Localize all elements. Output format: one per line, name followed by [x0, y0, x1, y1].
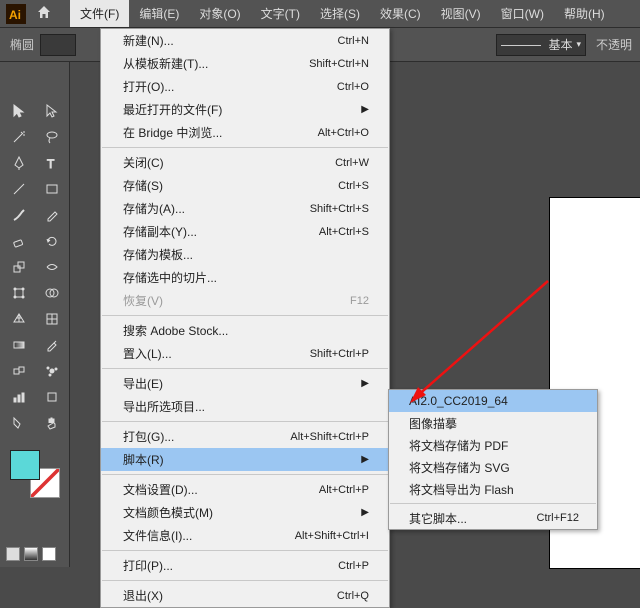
rotate-tool[interactable] — [35, 228, 68, 254]
menu-item[interactable]: 搜索 Adobe Stock... — [101, 319, 389, 342]
menu-view[interactable]: 视图(V) — [431, 0, 491, 27]
menu-item[interactable]: 打包(G)...Alt+Shift+Ctrl+P — [101, 425, 389, 448]
submenu-item[interactable]: 图像描摹 — [389, 412, 597, 434]
solid-mode[interactable] — [6, 547, 20, 561]
script-submenu: AI2.0_CC2019_64图像描摹将文档存储为 PDF将文档存储为 SVG将… — [388, 389, 598, 530]
gradient-tool[interactable] — [2, 332, 35, 358]
menu-effect[interactable]: 效果(C) — [370, 0, 431, 27]
mesh-tool[interactable] — [35, 306, 68, 332]
file-menu: 新建(N)...Ctrl+N从模板新建(T)...Shift+Ctrl+N打开(… — [100, 28, 390, 608]
eraser-tool[interactable] — [2, 228, 35, 254]
blend-tool[interactable] — [2, 358, 35, 384]
graph-tool[interactable] — [2, 384, 35, 410]
menu-select[interactable]: 选择(S) — [310, 0, 370, 27]
direct-select-tool[interactable] — [35, 98, 68, 124]
svg-text:T: T — [47, 157, 55, 170]
eyedrop-tool[interactable] — [35, 332, 68, 358]
brush-tool[interactable] — [2, 202, 35, 228]
width-tool[interactable] — [35, 254, 68, 280]
home-icon[interactable] — [36, 4, 52, 23]
menu-edit[interactable]: 编辑(E) — [129, 0, 189, 27]
menu-help[interactable]: 帮助(H) — [554, 0, 615, 27]
pen-tool[interactable] — [2, 150, 35, 176]
gradient-mode[interactable] — [24, 547, 38, 561]
submenu-item[interactable]: AI2.0_CC2019_64 — [389, 390, 597, 412]
free-transform-tool[interactable] — [2, 280, 35, 306]
menu-item[interactable]: 存储副本(Y)...Alt+Ctrl+S — [101, 220, 389, 243]
fill-field[interactable] — [40, 34, 76, 56]
submenu-item[interactable]: 将文档存储为 SVG — [389, 456, 597, 478]
submenu-item[interactable]: 将文档导出为 Flash — [389, 478, 597, 500]
menu-item[interactable]: 在 Bridge 中浏览...Alt+Ctrl+O — [101, 121, 389, 144]
menu-item: 恢复(V)F12 — [101, 289, 389, 312]
menu-item[interactable]: 退出(X)Ctrl+Q — [101, 584, 389, 607]
menu-item[interactable]: 导出(E)▶ — [101, 372, 389, 395]
menu-item[interactable]: 导出所选项目... — [101, 395, 389, 418]
shape-label: 椭圆 — [10, 36, 34, 53]
toolbox: T — [0, 62, 70, 567]
titlebar: Ai 文件(F) 编辑(E) 对象(O) 文字(T) 选择(S) 效果(C) 视… — [0, 0, 640, 28]
brush-basic[interactable]: 基本 ▾ — [496, 34, 586, 56]
artboard-tool[interactable] — [35, 384, 68, 410]
slice-tool[interactable] — [2, 410, 35, 436]
menu-item[interactable]: 存储为(A)...Shift+Ctrl+S — [101, 197, 389, 220]
app-logo: Ai — [6, 4, 26, 24]
menubar: 文件(F) 编辑(E) 对象(O) 文字(T) 选择(S) 效果(C) 视图(V… — [70, 0, 615, 27]
symbol-tool[interactable] — [35, 358, 68, 384]
submenu-item[interactable]: 其它脚本...Ctrl+F12 — [389, 507, 597, 529]
menu-object[interactable]: 对象(O) — [189, 0, 250, 27]
menu-item[interactable]: 文件信息(I)...Alt+Shift+Ctrl+I — [101, 524, 389, 547]
hand-tool[interactable] — [35, 410, 68, 436]
menu-item[interactable]: 脚本(R)▶ — [101, 448, 389, 471]
menu-type[interactable]: 文字(T) — [251, 0, 310, 27]
line-tool[interactable] — [2, 176, 35, 202]
pencil-tool[interactable] — [35, 202, 68, 228]
menu-item[interactable]: 从模板新建(T)...Shift+Ctrl+N — [101, 52, 389, 75]
menu-window[interactable]: 窗口(W) — [491, 0, 554, 27]
menu-file[interactable]: 文件(F) — [70, 0, 129, 27]
menu-item[interactable]: 最近打开的文件(F)▶ — [101, 98, 389, 121]
menu-item[interactable]: 置入(L)...Shift+Ctrl+P — [101, 342, 389, 365]
submenu-item[interactable]: 将文档存储为 PDF — [389, 434, 597, 456]
menu-item[interactable]: 文档设置(D)...Alt+Ctrl+P — [101, 478, 389, 501]
color-mode-row — [6, 547, 56, 561]
menu-item[interactable]: 存储(S)Ctrl+S — [101, 174, 389, 197]
svg-text:Ai: Ai — [9, 8, 21, 22]
rect-tool[interactable] — [35, 176, 68, 202]
menu-item[interactable]: 存储为模板... — [101, 243, 389, 266]
perspective-tool[interactable] — [2, 306, 35, 332]
wand-tool[interactable] — [2, 124, 35, 150]
lasso-tool[interactable] — [35, 124, 68, 150]
selection-tool[interactable] — [2, 98, 35, 124]
scale-tool[interactable] — [2, 254, 35, 280]
opacity-label: 不透明 — [596, 36, 632, 53]
fill-swatch[interactable] — [10, 450, 40, 480]
menu-item[interactable]: 关闭(C)Ctrl+W — [101, 151, 389, 174]
shapebuilder-tool[interactable] — [35, 280, 68, 306]
menu-item[interactable]: 打印(P)...Ctrl+P — [101, 554, 389, 577]
menu-item[interactable]: 存储选中的切片... — [101, 266, 389, 289]
none-mode[interactable] — [42, 547, 56, 561]
menu-item[interactable]: 文档颜色模式(M)▶ — [101, 501, 389, 524]
type-tool[interactable]: T — [35, 150, 68, 176]
menu-item[interactable]: 打开(O)...Ctrl+O — [101, 75, 389, 98]
color-swatches[interactable] — [0, 450, 69, 500]
menu-item[interactable]: 新建(N)...Ctrl+N — [101, 29, 389, 52]
